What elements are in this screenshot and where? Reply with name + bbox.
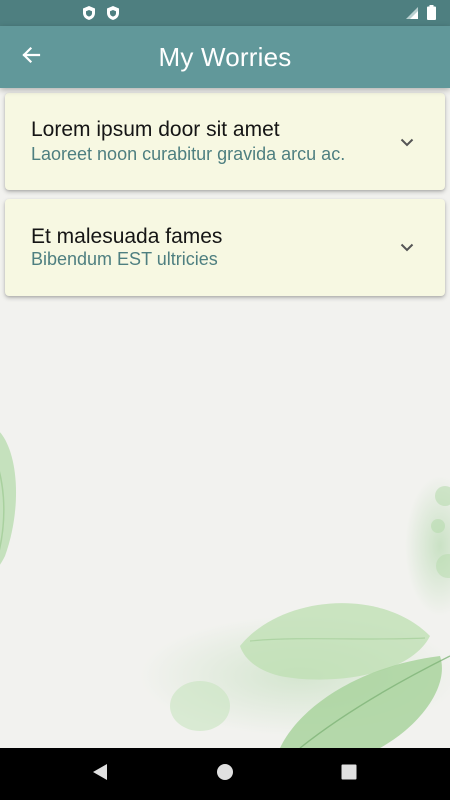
page-title: My Worries	[158, 42, 292, 72]
worry-card[interactable]: Et malesuada fames Bibendum EST ultricie…	[5, 199, 445, 296]
worry-subtitle: Laoreet noon curabitur gravida arcu ac.	[31, 144, 346, 164]
worry-card[interactable]: Lorem ipsum door sit amet Laoreet noon c…	[5, 93, 445, 190]
nav-recents-button[interactable]	[337, 762, 361, 786]
nav-back-button[interactable]	[88, 762, 112, 786]
triangle-back-icon	[91, 763, 109, 786]
app-bar: My Worries	[0, 26, 450, 88]
cell-signal-icon	[405, 6, 419, 25]
worry-list: Lorem ipsum door sit amet Laoreet noon c…	[5, 93, 445, 296]
shield-icon	[82, 5, 96, 26]
status-icons-left	[82, 5, 120, 26]
system-nav-bar	[0, 748, 450, 800]
worry-subtitle: Bibendum EST ultricies	[31, 249, 218, 269]
worry-title: Et malesuada fames	[31, 225, 223, 248]
square-recents-icon	[341, 764, 357, 785]
chevron-down-icon[interactable]	[397, 237, 417, 257]
circle-home-icon	[216, 763, 234, 786]
shield-icon	[106, 5, 120, 26]
battery-icon	[427, 5, 436, 25]
status-icons-right	[405, 5, 436, 25]
chevron-down-icon[interactable]	[397, 132, 417, 152]
nav-home-button[interactable]	[213, 762, 237, 786]
status-bar	[0, 0, 450, 26]
worry-title: Lorem ipsum door sit amet	[31, 118, 280, 141]
